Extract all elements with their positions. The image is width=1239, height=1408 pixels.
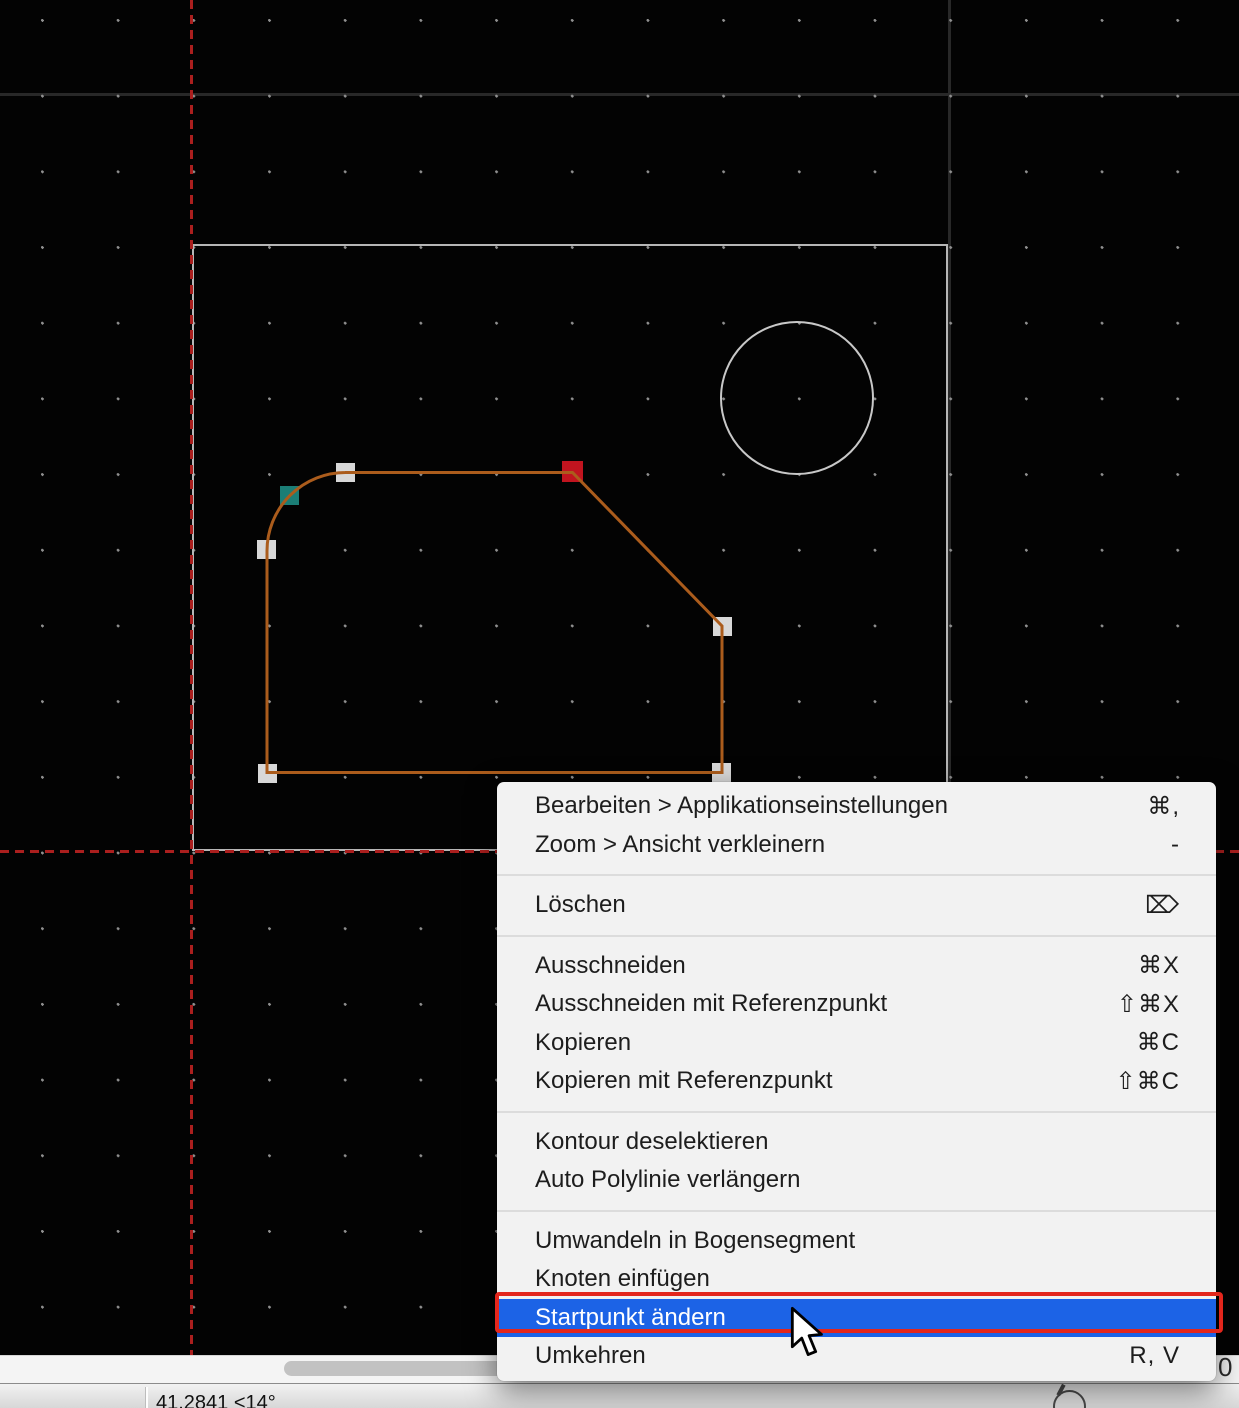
menu-separator	[497, 935, 1216, 937]
contour-node[interactable]	[713, 617, 732, 636]
app-window: 41.2841 <14° 0 Bearbeiten > Applikations…	[0, 0, 1239, 1408]
menu-item-ausschneiden[interactable]: Ausschneiden ⌘X	[497, 947, 1216, 986]
menu-item-auto-polylinie-verlaengern[interactable]: Auto Polylinie verlängern	[497, 1161, 1216, 1200]
menu-item-label: Ausschneiden	[535, 952, 686, 980]
menu-item-kopieren[interactable]: Kopieren ⌘C	[497, 1024, 1216, 1063]
menu-item-shortcut: ⌘,	[1147, 792, 1180, 821]
menu-item-ansicht-verkleinern[interactable]: Zoom > Ansicht verkleinern -	[497, 826, 1216, 865]
menu-item-label: Startpunkt ändern	[535, 1304, 726, 1332]
menu-item-label: Kopieren mit Referenzpunkt	[535, 1067, 833, 1095]
menu-item-umwandeln-in-bogensegment[interactable]: Umwandeln in Bogensegment	[497, 1222, 1216, 1261]
contour-node[interactable]	[712, 763, 731, 782]
context-menu: Bearbeiten > Applikationseinstellungen ⌘…	[497, 782, 1216, 1381]
menu-item-label: Löschen	[535, 891, 626, 919]
menu-separator	[497, 874, 1216, 876]
menu-item-label: Knoten einfügen	[535, 1265, 710, 1293]
menu-item-label: Auto Polylinie verlängern	[535, 1166, 801, 1194]
menu-item-label: Umwandeln in Bogensegment	[535, 1227, 855, 1255]
menu-item-startpunkt-aendern[interactable]: Startpunkt ändern	[497, 1299, 1216, 1338]
menu-item-shortcut: ⌘C	[1137, 1028, 1180, 1057]
menu-item-shortcut: -	[1171, 831, 1180, 859]
circle-object[interactable]	[720, 321, 874, 475]
menu-item-applikationseinstellungen[interactable]: Bearbeiten > Applikationseinstellungen ⌘…	[497, 787, 1216, 826]
menu-item-kontour-deselektieren[interactable]: Kontour deselektieren	[497, 1123, 1216, 1162]
contour-direction-node[interactable]	[280, 486, 299, 505]
menu-item-loeschen[interactable]: Löschen ⌦	[497, 886, 1216, 925]
menu-item-kopieren-mit-referenzpunkt[interactable]: Kopieren mit Referenzpunkt ⇧⌘C	[497, 1062, 1216, 1101]
menu-item-shortcut: ⇧⌘C	[1116, 1067, 1180, 1096]
origin-axis-vertical	[190, 0, 193, 1355]
menu-item-umkehren[interactable]: Umkehren R, V	[497, 1337, 1216, 1376]
delete-key-icon: ⌦	[1145, 891, 1180, 920]
menu-item-label: Bearbeiten > Applikationseinstellungen	[535, 792, 948, 820]
menu-item-shortcut: ⇧⌘X	[1117, 990, 1180, 1019]
menu-item-shortcut: ⌘X	[1138, 951, 1180, 980]
menu-item-label: Kontour deselektieren	[535, 1128, 768, 1156]
menu-item-label: Kopieren	[535, 1029, 631, 1057]
contour-node[interactable]	[258, 764, 277, 783]
menu-item-label: Ausschneiden mit Referenzpunkt	[535, 990, 887, 1018]
coordinate-readout: 0	[1218, 1352, 1232, 1383]
menu-item-knoten-einfuegen[interactable]: Knoten einfügen	[497, 1260, 1216, 1299]
measurement-readout: 41.2841 <14°	[156, 1392, 276, 1408]
menu-item-label: Zoom > Ansicht verkleinern	[535, 831, 825, 859]
menu-separator	[497, 1111, 1216, 1113]
menu-item-shortcut: R, V	[1129, 1342, 1180, 1370]
status-bar-divider	[146, 1387, 148, 1408]
contour-node[interactable]	[257, 540, 276, 559]
contour-node[interactable]	[336, 463, 355, 482]
contour-start-node[interactable]	[562, 461, 583, 482]
angle-dial[interactable]	[1053, 1390, 1086, 1408]
menu-item-ausschneiden-mit-referenzpunkt[interactable]: Ausschneiden mit Referenzpunkt ⇧⌘X	[497, 985, 1216, 1024]
menu-separator	[497, 1210, 1216, 1212]
menu-item-label: Umkehren	[535, 1342, 646, 1370]
